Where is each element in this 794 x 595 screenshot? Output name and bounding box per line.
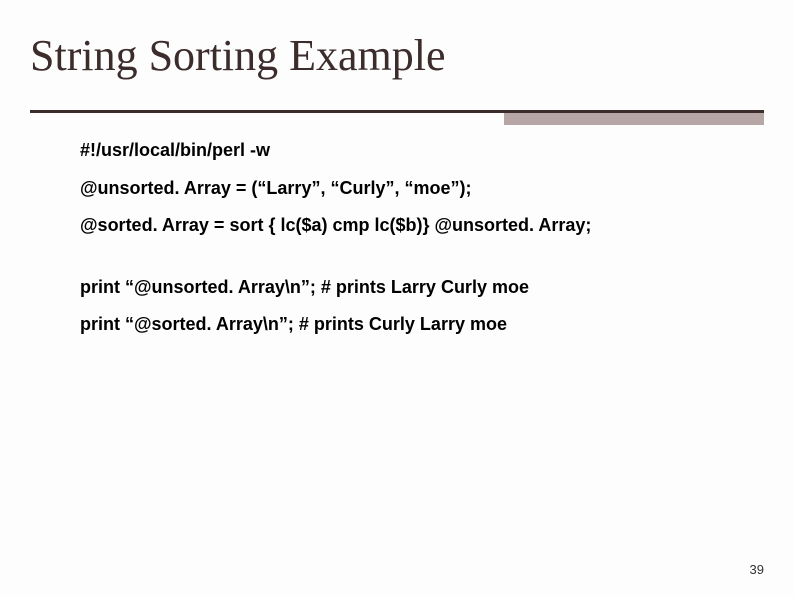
code-block: #!/usr/local/bin/perl -w @unsorted. Arra… bbox=[80, 140, 760, 352]
page-number: 39 bbox=[750, 562, 764, 577]
slide-title: String Sorting Example bbox=[30, 30, 446, 81]
slide: String Sorting Example #!/usr/local/bin/… bbox=[0, 0, 794, 595]
title-underline bbox=[30, 110, 764, 116]
code-line-5: print “@sorted. Array\n”; # prints Curly… bbox=[80, 314, 760, 336]
code-line-1: #!/usr/local/bin/perl -w bbox=[80, 140, 760, 162]
underline-shadow bbox=[504, 113, 764, 125]
blank-line bbox=[80, 253, 760, 277]
code-line-4: print “@unsorted. Array\n”; # prints Lar… bbox=[80, 277, 760, 299]
code-line-2: @unsorted. Array = (“Larry”, “Curly”, “m… bbox=[80, 178, 760, 200]
code-line-3: @sorted. Array = sort { lc($a) cmp lc($b… bbox=[80, 215, 760, 237]
